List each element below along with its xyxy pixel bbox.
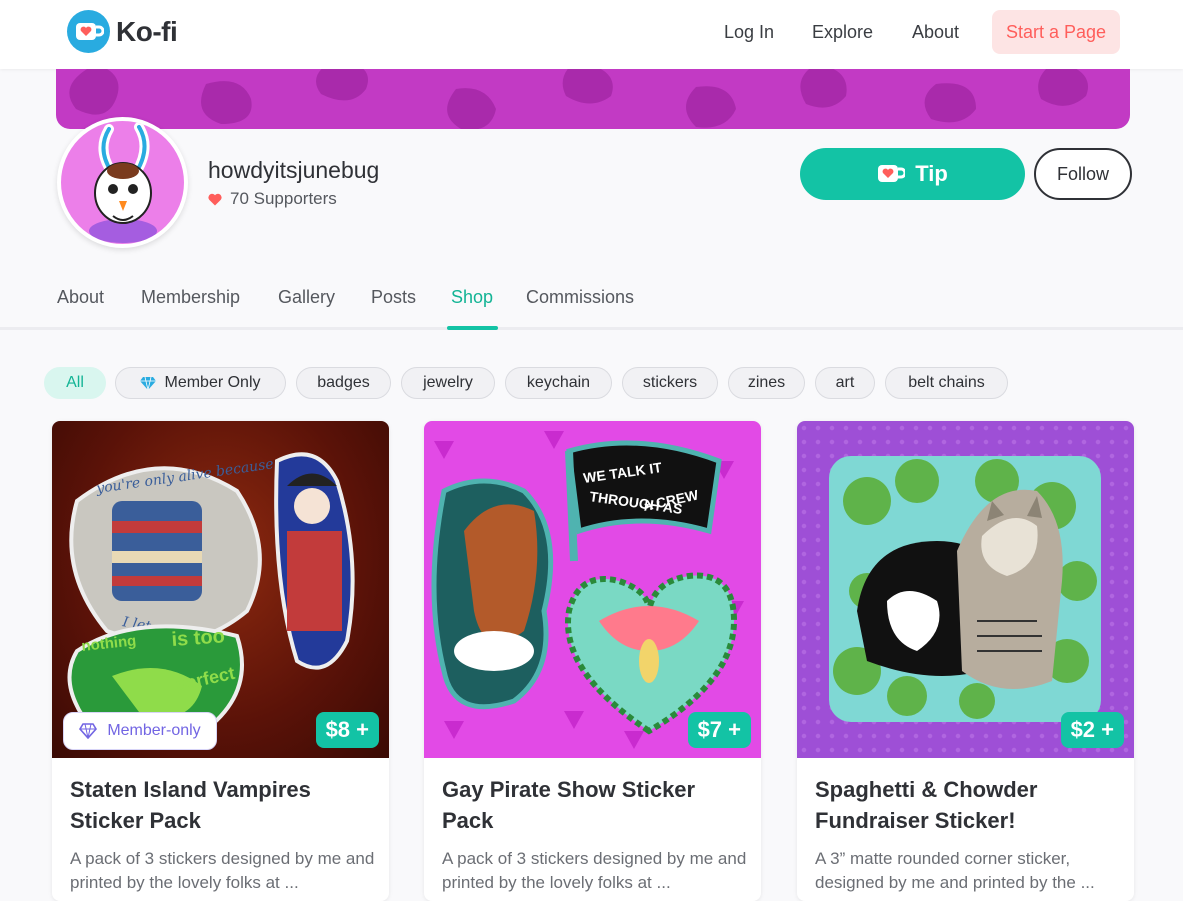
filter-keychain[interactable]: keychain — [505, 367, 612, 399]
profile-banner — [56, 69, 1130, 129]
follow-button[interactable]: Follow — [1034, 148, 1132, 200]
tab-commissions[interactable]: Commissions — [526, 287, 634, 308]
tip-button[interactable]: Tip — [800, 148, 1025, 200]
product-title[interactable]: Staten Island Vampires Sticker Pack — [70, 774, 370, 836]
tab-shop[interactable]: Shop — [451, 287, 493, 308]
diamond-icon — [140, 376, 157, 390]
product-description: A 3” matte rounded corner sticker, desig… — [815, 849, 1095, 892]
diamond-icon — [79, 723, 98, 739]
filter-belt-chains[interactable]: belt chains — [885, 367, 1008, 399]
product-title[interactable]: Spaghetti & Chowder Fundraiser Sticker! — [815, 774, 1115, 836]
filter-zines[interactable]: zines — [728, 367, 805, 399]
login-link[interactable]: Log In — [724, 22, 774, 43]
profile-avatar[interactable] — [57, 117, 188, 248]
member-only-label: Member-only — [107, 722, 201, 739]
logo-text: Ko-fi — [116, 15, 178, 47]
filter-badges[interactable]: badges — [296, 367, 391, 399]
product-image[interactable]: you're only alive because I let you live… — [52, 421, 389, 758]
kofi-logo[interactable]: Ko-fi — [67, 10, 178, 53]
price-tag: $8 + — [315, 712, 379, 748]
product-image[interactable]: WE TALK IT THROUGH AS A CREW $7 + — [424, 421, 761, 758]
member-only-badge: Member-only — [63, 712, 217, 750]
tab-gallery[interactable]: Gallery — [278, 287, 335, 308]
price-tag: $7 + — [687, 712, 751, 748]
product-description: A pack of 3 stickers designed by me and … — [70, 849, 375, 892]
tab-posts[interactable]: Posts — [371, 287, 416, 308]
filter-all[interactable]: All — [44, 367, 106, 399]
profile-tabs: About Membership Gallery Posts Shop Comm… — [0, 272, 1183, 330]
supporters-label: 70 Supporters — [230, 189, 337, 208]
tip-label: Tip — [915, 161, 948, 186]
tab-membership[interactable]: Membership — [141, 287, 240, 308]
filter-member-only-label: Member Only — [164, 374, 261, 391]
product-image[interactable]: $2 + — [797, 421, 1134, 758]
filter-art[interactable]: art — [815, 367, 875, 399]
heart-icon — [208, 193, 222, 205]
coffee-cup-icon — [878, 165, 906, 182]
supporters-count: 70 Supporters — [208, 189, 337, 209]
active-tab-indicator — [447, 326, 498, 330]
product-card[interactable]: you're only alive because I let you live… — [52, 421, 389, 901]
tab-about[interactable]: About — [57, 287, 104, 308]
kofi-cup-icon — [67, 10, 110, 53]
start-a-page-button[interactable]: Start a Page — [992, 10, 1120, 54]
about-link[interactable]: About — [912, 22, 959, 43]
product-card[interactable]: WE TALK IT THROUGH AS A CREW $7 + Gay Pi… — [424, 421, 761, 901]
price-tag: $2 + — [1060, 712, 1124, 748]
profile-username: howdyitsjunebug — [208, 157, 380, 183]
product-description: A pack of 3 stickers designed by me and … — [442, 849, 747, 892]
explore-link[interactable]: Explore — [812, 22, 873, 43]
filter-stickers[interactable]: stickers — [622, 367, 718, 399]
filter-jewelry[interactable]: jewelry — [401, 367, 495, 399]
sticker-text-is-too: is too — [171, 625, 226, 651]
product-title[interactable]: Gay Pirate Show Sticker Pack — [442, 774, 742, 836]
top-navigation: Ko-fi Log In Explore About Start a Page — [0, 0, 1183, 69]
filter-member-only[interactable]: Member Only — [115, 367, 286, 399]
product-card[interactable]: $2 + Spaghetti & Chowder Fundraiser Stic… — [797, 421, 1134, 901]
